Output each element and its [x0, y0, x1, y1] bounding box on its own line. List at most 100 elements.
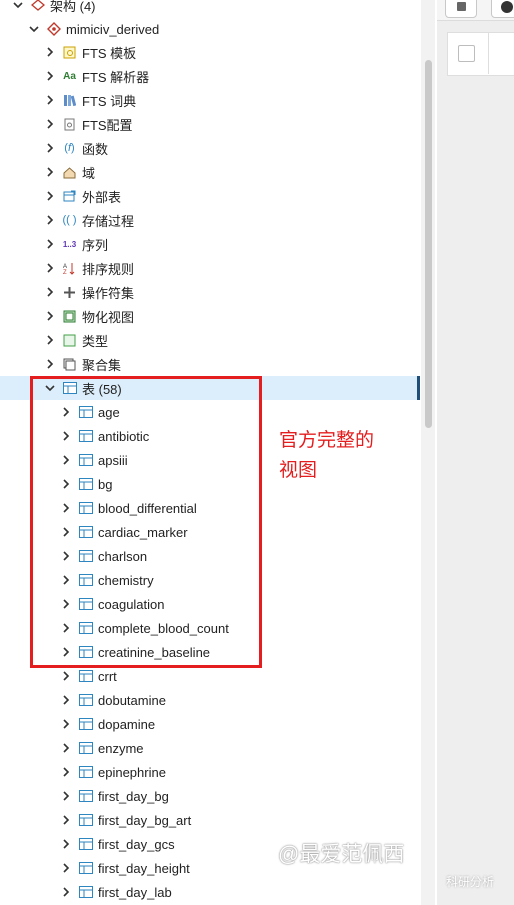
chevron-right-icon[interactable] — [60, 838, 72, 850]
chevron-right-icon[interactable] — [44, 46, 56, 58]
chevron-right-icon[interactable] — [44, 142, 56, 154]
stop-button[interactable] — [445, 0, 477, 18]
tree-node-table[interactable]: first_day_bg_art — [0, 808, 420, 832]
tree-node-object-group[interactable]: 域 — [0, 160, 420, 184]
tree-node-table[interactable]: first_day_bg — [0, 784, 420, 808]
panel-toolbar — [437, 0, 514, 21]
tree-node-label: 架构 (4) — [50, 0, 96, 14]
help-button[interactable] — [491, 0, 514, 18]
collation-icon: AZ — [62, 261, 77, 276]
function-icon: (f) — [64, 142, 75, 154]
table-icon — [78, 717, 93, 732]
table-icon — [78, 765, 93, 780]
tree-node-object-group[interactable]: 1..3 序列 — [0, 232, 420, 256]
table-icon — [78, 741, 93, 756]
chevron-right-icon[interactable] — [44, 310, 56, 322]
fts-template-icon — [62, 45, 77, 60]
tree-node-label: dopamine — [98, 716, 156, 732]
tree-node-table[interactable]: dopamine — [0, 712, 420, 736]
tree-node-object-group[interactable]: Aa FTS 解析器 — [0, 64, 420, 88]
tree-node-label: epinephrine — [98, 764, 166, 780]
fts-dictionary-icon — [62, 93, 77, 108]
tree-node-label: FTS 模板 — [82, 45, 137, 61]
tree-node-label: FTS 解析器 — [82, 69, 150, 85]
tree-node-label: 存储过程 — [82, 213, 135, 229]
chevron-right-icon[interactable] — [44, 94, 56, 106]
tree-node-label: first_day_gcs — [98, 836, 175, 852]
tree-node-label: 排序规则 — [82, 261, 135, 277]
chevron-right-icon[interactable] — [60, 766, 72, 778]
chevron-right-icon[interactable] — [44, 166, 56, 178]
tree-node-table[interactable]: dobutamine — [0, 688, 420, 712]
tree-node-object-group[interactable]: (( ) 存储过程 — [0, 208, 420, 232]
svg-text:Z: Z — [63, 270, 67, 275]
tree-node-object-group[interactable]: 类型 — [0, 328, 420, 352]
tree-node-object-group[interactable]: 外部表 — [0, 184, 420, 208]
type-icon — [62, 333, 77, 348]
aggregate-icon — [62, 357, 77, 372]
tree-node-object-group[interactable]: A Z 排序规则 — [0, 256, 420, 280]
chevron-right-icon[interactable] — [44, 262, 56, 274]
chevron-right-icon[interactable] — [44, 286, 56, 298]
select-all-checkbox[interactable] — [458, 45, 475, 62]
chevron-right-icon[interactable] — [44, 70, 56, 82]
tree-node-object-group[interactable]: (f) 函数 — [0, 136, 420, 160]
grid-column-divider — [488, 32, 489, 74]
help-icon — [501, 1, 513, 13]
chevron-right-icon[interactable] — [44, 190, 56, 202]
tree-scrollbar-thumb[interactable] — [425, 60, 432, 428]
chevron-right-icon[interactable] — [60, 742, 72, 754]
materialized-view-icon — [62, 309, 77, 324]
tree-node-object-group[interactable]: FTS配置 — [0, 112, 420, 136]
chevron-right-icon[interactable] — [44, 334, 56, 346]
chevron-right-icon[interactable] — [60, 670, 72, 682]
stop-icon — [456, 2, 466, 11]
tree-node-table[interactable]: epinephrine — [0, 760, 420, 784]
watermark-subtext: 科研分析 — [446, 875, 495, 889]
selection-marker — [417, 376, 420, 400]
table-icon — [78, 813, 93, 828]
procedure-icon: (( ) — [62, 214, 77, 226]
tree-node-object-group[interactable]: 物化视图 — [0, 304, 420, 328]
tree-node-object-group[interactable]: FTS 词典 — [0, 88, 420, 112]
tree-node-label: enzyme — [98, 740, 144, 756]
tree-node-table[interactable]: enzyme — [0, 736, 420, 760]
annotation-note: 官方完整的 视图 — [279, 426, 374, 486]
tree-node-label: dobutamine — [98, 692, 166, 708]
chevron-right-icon[interactable] — [44, 214, 56, 226]
schema-diamond-icon — [46, 22, 61, 37]
chevron-right-icon[interactable] — [44, 358, 56, 370]
watermark-text: @最爱范佩西 — [278, 843, 405, 866]
tree-node-object-group[interactable]: 操作符集 — [0, 280, 420, 304]
tree-node-label: mimiciv_derived — [66, 21, 160, 37]
tree-node-label: 物化视图 — [82, 309, 135, 325]
tree-node-label: first_day_bg — [98, 788, 169, 804]
tree-node-object-group[interactable]: FTS 模板 — [0, 40, 420, 64]
tree-node-table[interactable]: first_day_lab — [0, 880, 420, 904]
chevron-right-icon[interactable] — [60, 814, 72, 826]
chevron-right-icon[interactable] — [44, 238, 56, 250]
annotation-line-2: 视图 — [279, 460, 318, 481]
sequence-icon: 1..3 — [62, 239, 77, 249]
table-icon — [78, 861, 93, 876]
schema-icon — [30, 0, 45, 13]
chevron-right-icon[interactable] — [60, 790, 72, 802]
chevron-down-icon[interactable] — [28, 23, 40, 35]
tree-node-label: 聚合集 — [82, 357, 122, 373]
chevron-right-icon[interactable] — [60, 718, 72, 730]
chevron-right-icon[interactable] — [44, 118, 56, 130]
tree-node-label: first_day_bg_art — [98, 812, 192, 828]
chevron-right-icon[interactable] — [60, 862, 72, 874]
highlight-box — [30, 376, 262, 668]
tree-node-label: 外部表 — [82, 189, 122, 205]
chevron-right-icon[interactable] — [60, 886, 72, 898]
chevron-down-icon[interactable] — [12, 0, 24, 11]
chevron-right-icon[interactable] — [60, 694, 72, 706]
tree-node-label: 类型 — [82, 333, 109, 349]
tree-node-object-group[interactable]: 聚合集 — [0, 352, 420, 376]
tree-node-schemas[interactable]: 架构 (4) — [0, 0, 420, 17]
tree-node-schema[interactable]: mimiciv_derived — [0, 17, 420, 41]
table-icon — [78, 789, 93, 804]
tree-node-label: 域 — [82, 165, 96, 181]
tree-node-label: 函数 — [82, 141, 109, 157]
